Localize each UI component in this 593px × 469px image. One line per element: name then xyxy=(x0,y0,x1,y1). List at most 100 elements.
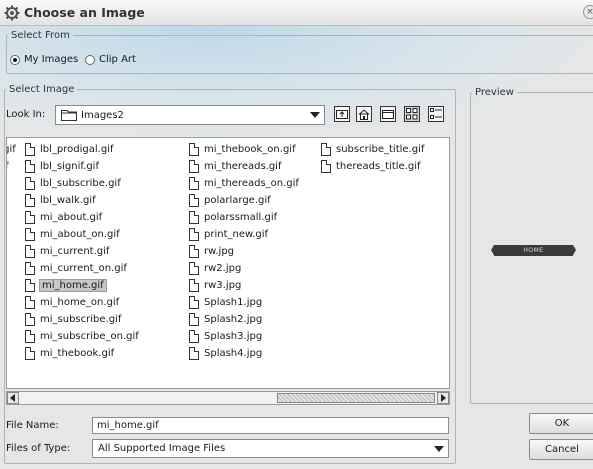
home-button[interactable] xyxy=(356,106,372,122)
file-name: subscribe_title.gif xyxy=(336,143,425,155)
file-name: rw2.jpg xyxy=(204,262,242,274)
file-icon xyxy=(321,159,331,173)
gear-icon xyxy=(4,5,20,21)
radio-selected-icon xyxy=(10,54,20,65)
file-icon xyxy=(189,329,199,343)
clip-art-radio[interactable]: Clip Art xyxy=(85,54,136,65)
file-type-value: All Supported Image Files xyxy=(98,443,226,454)
file-list-item[interactable]: subscribe_title.gif xyxy=(321,141,424,157)
file-list-item[interactable]: Splash2.jpg xyxy=(189,311,262,327)
file-list-item[interactable]: thereads_title.gif xyxy=(321,158,421,174)
file-list-item[interactable]: rw.jpg xyxy=(189,243,234,259)
list-view-button[interactable] xyxy=(404,106,420,122)
file-list-item[interactable]: lbl_walk.gif xyxy=(25,192,96,208)
list-view-icon xyxy=(406,108,418,120)
file-list-item[interactable]: t.gif xyxy=(7,141,16,157)
file-icon xyxy=(25,278,35,292)
up-folder-button[interactable] xyxy=(334,106,350,122)
file-list[interactable]: t.gifgififlbl_prodigal.giflbl_signif.gif… xyxy=(6,137,450,389)
file-list-item[interactable]: lbl_signif.gif xyxy=(25,158,99,174)
new-folder-icon xyxy=(382,110,394,119)
file-name-label: File Name: xyxy=(6,420,59,431)
file-icon xyxy=(189,176,199,190)
file-icon xyxy=(25,295,35,309)
file-list-item[interactable]: mi_home_on.gif xyxy=(25,294,119,310)
ok-button[interactable]: OK xyxy=(529,413,593,434)
file-list-item[interactable]: mi_home.gif xyxy=(25,277,107,293)
file-name-field[interactable]: mi_home.gif xyxy=(92,417,449,434)
new-folder-button[interactable] xyxy=(380,106,396,122)
look-in-dropdown[interactable]: Images2 xyxy=(55,105,325,125)
cancel-button[interactable]: Cancel xyxy=(529,439,593,460)
file-icon xyxy=(25,210,35,224)
file-list-item[interactable]: Splash1.jpg xyxy=(189,294,262,310)
preview-legend: Preview xyxy=(475,87,514,98)
file-icon xyxy=(25,159,35,173)
select-from-legend: Select From xyxy=(11,30,70,41)
file-icon xyxy=(189,227,199,241)
file-name: mi_about.gif xyxy=(40,211,103,223)
file-list-item[interactable]: Splash4.jpg xyxy=(189,345,262,361)
file-list-item[interactable]: Splash3.jpg xyxy=(189,328,262,344)
file-list-item[interactable]: mi_thebook_on.gif xyxy=(189,141,296,157)
file-icon xyxy=(25,227,35,241)
file-list-item[interactable]: mi_about_on.gif xyxy=(25,226,120,242)
file-icon xyxy=(25,176,35,190)
scroll-right-button[interactable] xyxy=(437,392,449,404)
file-name: mi_thebook_on.gif xyxy=(204,143,296,155)
file-name: lbl_prodigal.gif xyxy=(40,143,114,155)
details-view-button[interactable] xyxy=(428,106,444,122)
file-list-item[interactable]: mi_subscribe_on.gif xyxy=(25,328,139,344)
file-name: gif xyxy=(7,161,9,172)
file-list-item[interactable]: mi_current.gif xyxy=(25,243,109,259)
file-name: thereads_title.gif xyxy=(336,160,421,172)
file-type-label: Files of Type: xyxy=(6,443,71,454)
file-list-item[interactable]: mi_subscribe.gif xyxy=(25,311,121,327)
file-list-item[interactable]: polarlarge.gif xyxy=(189,192,271,208)
file-list-item[interactable]: print_new.gif xyxy=(189,226,268,242)
file-icon xyxy=(25,193,35,207)
file-icon xyxy=(189,312,199,326)
file-name: mi_home_on.gif xyxy=(40,296,120,308)
close-icon[interactable]: × xyxy=(583,5,593,19)
file-name: mi_current_on.gif xyxy=(40,262,127,274)
file-icon xyxy=(189,193,199,207)
preview-image: HOME xyxy=(491,245,576,256)
file-list-item[interactable]: polarssmall.gif xyxy=(189,209,277,225)
file-icon xyxy=(189,278,199,292)
select-image-legend: Select Image xyxy=(9,84,75,95)
file-name: Splash3.jpg xyxy=(204,330,263,342)
file-list-item[interactable]: mi_thereads_on.gif xyxy=(189,175,299,191)
window-title: Choose an Image xyxy=(24,5,145,20)
scroll-left-button[interactable] xyxy=(7,392,19,404)
file-list-item[interactable]: mi_current_on.gif xyxy=(25,260,127,276)
file-list-item[interactable]: mi_thebook.gif xyxy=(25,345,114,361)
file-list-item[interactable]: mi_thereads.gif xyxy=(189,158,282,174)
file-icon xyxy=(189,261,199,275)
file-name: Splash1.jpg xyxy=(204,296,263,308)
file-list-item[interactable]: lbl_prodigal.gif xyxy=(25,141,113,157)
file-name: mi_home.gif xyxy=(39,278,107,292)
file-list-item[interactable]: mi_about.gif xyxy=(25,209,102,225)
file-icon xyxy=(189,210,199,224)
file-name: rw3.jpg xyxy=(204,279,242,291)
file-type-dropdown[interactable]: All Supported Image Files xyxy=(92,439,449,458)
file-name: mi_current.gif xyxy=(40,245,110,257)
radio-unselected-icon xyxy=(85,54,95,65)
arrow-left-icon xyxy=(10,394,15,402)
file-icon xyxy=(189,142,199,156)
file-list-item[interactable]: rw3.jpg xyxy=(189,277,241,293)
horizontal-scrollbar[interactable] xyxy=(6,391,450,405)
file-name: lbl_subscribe.gif xyxy=(40,177,121,189)
file-name: Splash4.jpg xyxy=(204,347,263,359)
my-images-radio[interactable]: My Images xyxy=(10,54,78,65)
scroll-thumb[interactable] xyxy=(277,393,435,403)
file-name: polarssmall.gif xyxy=(204,211,278,223)
select-from-group: Select From xyxy=(6,30,593,74)
file-name: mi_subscribe_on.gif xyxy=(40,330,139,342)
file-list-item[interactable]: lbl_subscribe.gif xyxy=(25,175,121,191)
file-list-item[interactable]: rw2.jpg xyxy=(189,260,241,276)
file-name: Splash2.jpg xyxy=(204,313,263,325)
title-bar: Choose an Image × xyxy=(0,0,593,26)
file-list-item[interactable]: gif xyxy=(7,158,9,174)
